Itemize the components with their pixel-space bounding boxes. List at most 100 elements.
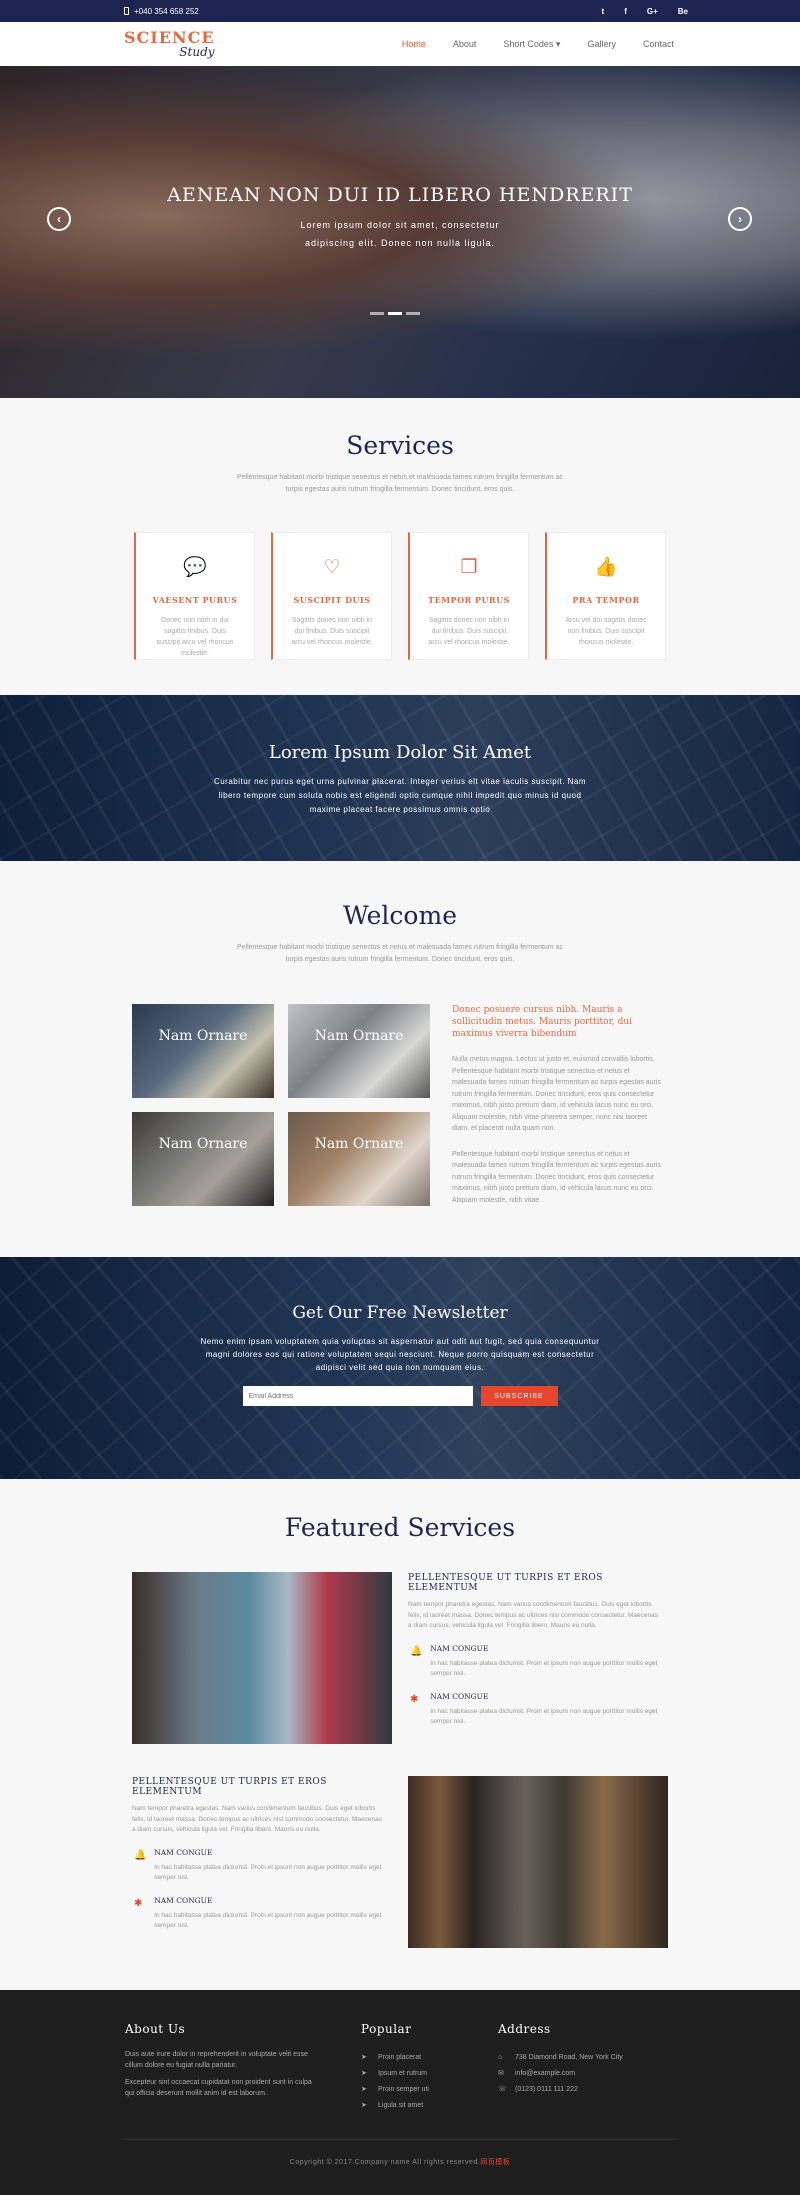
gallery-tile-label: Nam Ornare xyxy=(158,1028,248,1044)
welcome-text: Donec posuere cursus nibh. Mauris a soll… xyxy=(452,1004,664,1206)
featured-text: PELLENTESQUE UT TURPIS ET EROS ELEMENTUM… xyxy=(132,1776,386,1948)
popular-link[interactable]: ➤ Ligula sit amet xyxy=(361,2097,498,2113)
popular-link[interactable]: ➤ Proin placerat xyxy=(361,2049,498,2065)
footer-address: Address ⌂ 738 Diamond Road, New York City… xyxy=(498,2022,623,2113)
footer-about-text: Excepteur sint occaecat cupidatat non pr… xyxy=(125,2079,312,2097)
gallery-tile[interactable]: Nam Ornare xyxy=(132,1112,274,1206)
lorem-banner: Lorem Ipsum Dolor Sit Amet Curabitur nec… xyxy=(0,695,800,861)
welcome-heading: Donec posuere cursus nibh. Mauris a soll… xyxy=(452,1005,633,1039)
twitter-icon[interactable]: t xyxy=(602,7,605,16)
gallery-tile[interactable]: Nam Ornare xyxy=(288,1004,430,1098)
hero-text-line2: adipiscing elit. Donec non nulla ligula. xyxy=(304,238,496,248)
copy-icon: ❐ xyxy=(460,557,478,578)
featured-row: PELLENTESQUE UT TURPIS ET EROS ELEMENTUM… xyxy=(132,1572,668,1744)
footer-address-title: Address xyxy=(498,2022,551,2036)
featured-heading: PELLENTESQUE UT TURPIS ET EROS ELEMENTUM xyxy=(408,1573,603,1593)
arrow-right-icon: ➤ xyxy=(361,2054,367,2061)
mail-icon: ✉ xyxy=(498,2070,504,2077)
gallery-tile[interactable]: Nam Ornare xyxy=(132,1004,274,1098)
services-section: Services Pellentesque habitant morbi tri… xyxy=(0,398,800,695)
footer-about-title: About Us xyxy=(125,2022,186,2036)
address-item: ⌂ 738 Diamond Road, New York City xyxy=(498,2049,623,2065)
behance-icon[interactable]: Be xyxy=(678,7,688,16)
home-icon: ⌂ xyxy=(498,2053,503,2061)
welcome-title: Welcome xyxy=(342,901,457,930)
address-text: 738 Diamond Road, New York City xyxy=(515,2053,623,2061)
service-card[interactable]: 💬 VAESENT PURUS Donec non nibh in dui sa… xyxy=(134,532,255,660)
slider-dot[interactable] xyxy=(370,312,384,315)
services-subtitle: Pellentesque habitant morbi tristique se… xyxy=(236,474,564,493)
site-logo[interactable]: SCIENCE Study xyxy=(124,30,215,59)
service-card[interactable]: ♡ SUSCIPIT DUIS Sagittis donec non nibh … xyxy=(271,532,392,660)
email-field[interactable] xyxy=(242,1386,473,1406)
featured-para: Nam tempor pharetra egestas. Nam varius … xyxy=(132,1805,383,1833)
subscribe-button[interactable]: SUBSCRIBE xyxy=(480,1386,558,1406)
service-card-text: Donec non nibh in dui sagittis finibus. … xyxy=(156,617,234,657)
nav-item-gallery[interactable]: Gallery xyxy=(587,39,616,50)
nav-item-about[interactable]: About xyxy=(453,39,477,50)
main-nav: SCIENCE Study Home About Short Codes ▾ G… xyxy=(0,22,800,66)
featured-title: Featured Services xyxy=(284,1513,516,1542)
slider-dot[interactable] xyxy=(406,312,420,315)
gallery-tile[interactable]: Nam Ornare xyxy=(288,1112,430,1206)
popular-link-label: Proin placerat xyxy=(378,2053,422,2061)
featured-para: Nam tempor pharetra egestas. Nam varius … xyxy=(408,1601,659,1629)
featured-item: 🔔 NAM CONGUE In hac habitasse platea dic… xyxy=(132,1848,386,1884)
service-card[interactable]: ❐ TEMPOR PURUS Sagittis donec non nibh i… xyxy=(408,532,529,660)
welcome-para: Pellentesque habitant morbi tristique se… xyxy=(452,1150,661,1204)
logo-line2: Study xyxy=(179,45,215,59)
top-phone: +040 354 658 252 xyxy=(124,7,199,16)
facebook-icon[interactable]: f xyxy=(624,7,627,16)
popular-link[interactable]: ➤ Proin semper uti xyxy=(361,2081,498,2097)
featured-item: ✱ NAM CONGUE In hac habitasse platea dic… xyxy=(132,1896,386,1932)
footer: About Us Duis aute irure dolor in repreh… xyxy=(0,1990,800,2195)
service-card-title: PRA TEMPOR xyxy=(572,595,640,605)
footer-popular-title: Popular xyxy=(361,2022,412,2036)
newsletter-form: SUBSCRIBE xyxy=(0,1386,800,1406)
featured-text: PELLENTESQUE UT TURPIS ET EROS ELEMENTUM… xyxy=(408,1572,662,1744)
featured-item-text: In hac habitasse platea dictumst. Proin … xyxy=(154,1863,382,1882)
arrow-right-icon: ➤ xyxy=(361,2086,367,2093)
hero-text: Lorem ipsum dolor sit amet, consectetur a… xyxy=(0,216,800,252)
welcome-section: Welcome Pellentesque habitant morbi tris… xyxy=(0,861,800,1257)
featured-item: ✱ NAM CONGUE In hac habitasse platea dic… xyxy=(408,1692,662,1728)
banner-title: Lorem Ipsum Dolor Sit Amet xyxy=(268,742,532,763)
featured-image xyxy=(408,1776,668,1948)
nav-item-home[interactable]: Home xyxy=(402,39,426,50)
featured-item-title: NAM CONGUE xyxy=(154,1895,213,1905)
address-item[interactable]: ✉ info@example.com xyxy=(498,2065,623,2081)
slider-dot-active[interactable] xyxy=(388,312,402,315)
bell-icon: 🔔 xyxy=(134,1849,147,1861)
address-list: ⌂ 738 Diamond Road, New York City ✉ info@e… xyxy=(498,2049,623,2097)
service-card-text: Sagittis donec non nibh in dui finibus. … xyxy=(428,617,510,646)
top-phone-number: +040 354 658 252 xyxy=(134,6,199,16)
popular-link[interactable]: ➤ Ipsum et rutrum xyxy=(361,2065,498,2081)
speech-bubble-icon: 💬 xyxy=(183,557,207,578)
featured-item-title: NAM CONGUE xyxy=(430,1643,489,1653)
address-phone: (0123) 0111 111 222 xyxy=(515,2085,578,2093)
gallery-tile-label: Nam Ornare xyxy=(314,1136,404,1152)
featured-image xyxy=(132,1572,392,1744)
arrow-right-icon: ➤ xyxy=(361,2070,367,2077)
copyright: Copyright © 2017.Company name All rights… xyxy=(0,2157,800,2167)
address-item: ☏ (0123) 0111 111 222 xyxy=(498,2081,623,2097)
nav-item-contact[interactable]: Contact xyxy=(643,39,674,50)
popular-link-label: Proin semper uti xyxy=(378,2085,429,2093)
top-bar: +040 354 658 252 t f G+ Be xyxy=(0,0,800,22)
copyright-link[interactable]: 网页模板 xyxy=(480,2159,510,2166)
welcome-para: Nulla metus magna. Lectus ut justo et, e… xyxy=(452,1056,661,1132)
nav-item-short-codes[interactable]: Short Codes ▾ xyxy=(503,39,560,50)
popular-link-label: Ligula sit amet xyxy=(378,2101,424,2109)
heart-icon: ♡ xyxy=(323,557,341,578)
footer-divider xyxy=(124,2139,676,2140)
gallery-tile-label: Nam Ornare xyxy=(158,1136,248,1152)
service-card-text: Sagittis donec non nibh in dui finibus. … xyxy=(291,617,373,646)
service-card[interactable]: 👍 PRA TEMPOR Arcu vel dui sagittis donec… xyxy=(545,532,666,660)
featured-item-text: In hac habitasse platea dictumst. Proin … xyxy=(430,1707,658,1726)
asterisk-icon: ✱ xyxy=(410,1693,419,1705)
google-plus-icon[interactable]: G+ xyxy=(647,7,658,16)
newsletter-title: Get Our Free Newsletter xyxy=(292,1303,508,1323)
service-card-text: Arcu vel dui sagittis donec non finibus.… xyxy=(565,617,647,646)
newsletter-section: Get Our Free Newsletter Nemo enim ipsam … xyxy=(0,1257,800,1479)
hero-text-line1: Lorem ipsum dolor sit amet, consectetur xyxy=(300,220,500,230)
